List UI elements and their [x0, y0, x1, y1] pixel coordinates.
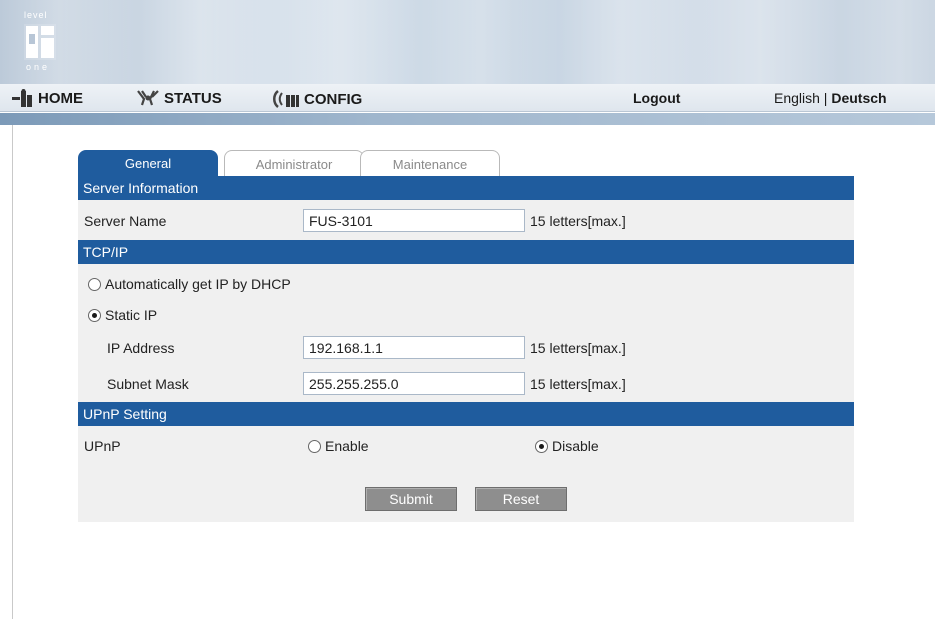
- static-ip-option[interactable]: Static IP: [88, 307, 157, 323]
- dhcp-label: Automatically get IP by DHCP: [105, 276, 291, 292]
- home-icon: [12, 89, 32, 107]
- main-navbar: HOME STATUS CONFIG Logout English | Deut…: [0, 84, 935, 112]
- server-name-input[interactable]: [303, 209, 525, 232]
- tab-administrator[interactable]: Administrator: [224, 150, 364, 176]
- logo-text-top: level: [24, 10, 48, 20]
- ip-address-input[interactable]: [303, 336, 525, 359]
- upnp-enable-label: Enable: [325, 438, 369, 454]
- ip-address-hint: 15 letters[max.]: [530, 340, 626, 356]
- nav-status-label: STATUS: [164, 89, 222, 107]
- logo-mark-icon: [24, 24, 56, 60]
- section-upnp: UPnP Setting: [78, 402, 854, 426]
- reset-button[interactable]: Reset: [475, 487, 567, 511]
- lang-english-link[interactable]: English: [774, 90, 820, 106]
- upnp-label: UPnP: [84, 438, 121, 454]
- language-switch: English | Deutsch: [774, 90, 887, 106]
- subnet-mask-input[interactable]: [303, 372, 525, 395]
- status-icon: [137, 90, 159, 106]
- upnp-disable-radio[interactable]: [535, 439, 548, 453]
- static-ip-label: Static IP: [105, 307, 158, 323]
- lang-deutsch-link[interactable]: Deutsch: [831, 90, 886, 106]
- config-icon: [273, 90, 299, 108]
- subnet-mask-label: Subnet Mask: [107, 376, 189, 392]
- dhcp-radio[interactable]: [88, 277, 101, 291]
- header-banner: level one: [0, 0, 935, 84]
- lang-separator: |: [819, 90, 832, 106]
- server-name-hint: 15 letters[max.]: [530, 213, 626, 229]
- logout-link[interactable]: Logout: [633, 90, 680, 106]
- brand-logo: level one: [22, 10, 68, 74]
- general-settings-panel: Server Information Server Name 15 letter…: [78, 176, 854, 522]
- banner-sheen: [0, 0, 935, 84]
- nav-config-label: CONFIG: [304, 90, 363, 108]
- subnet-mask-hint: 15 letters[max.]: [530, 376, 626, 392]
- nav-status[interactable]: STATUS: [136, 89, 222, 107]
- left-divider: [12, 125, 13, 619]
- ip-address-label: IP Address: [107, 340, 175, 356]
- upnp-enable-option[interactable]: Enable: [308, 438, 369, 454]
- nav-home-label: HOME: [38, 89, 83, 107]
- section-tcpip: TCP/IP: [78, 240, 854, 264]
- dhcp-option[interactable]: Automatically get IP by DHCP: [88, 276, 291, 292]
- tab-maintenance[interactable]: Maintenance: [360, 150, 500, 176]
- nav-config[interactable]: CONFIG: [272, 89, 362, 109]
- section-server-information: Server Information: [78, 176, 854, 200]
- settings-tabs: General Administrator Maintenance: [78, 150, 508, 176]
- submit-button[interactable]: Submit: [365, 487, 457, 511]
- header-subband: [0, 113, 935, 125]
- nav-home[interactable]: HOME: [12, 89, 83, 107]
- upnp-disable-label: Disable: [552, 438, 599, 454]
- tab-general[interactable]: General: [78, 150, 218, 176]
- server-name-label: Server Name: [84, 213, 167, 229]
- upnp-enable-radio[interactable]: [308, 439, 321, 453]
- static-ip-radio[interactable]: [88, 308, 101, 322]
- upnp-disable-option[interactable]: Disable: [535, 438, 599, 454]
- logo-text-bottom: one: [26, 62, 51, 72]
